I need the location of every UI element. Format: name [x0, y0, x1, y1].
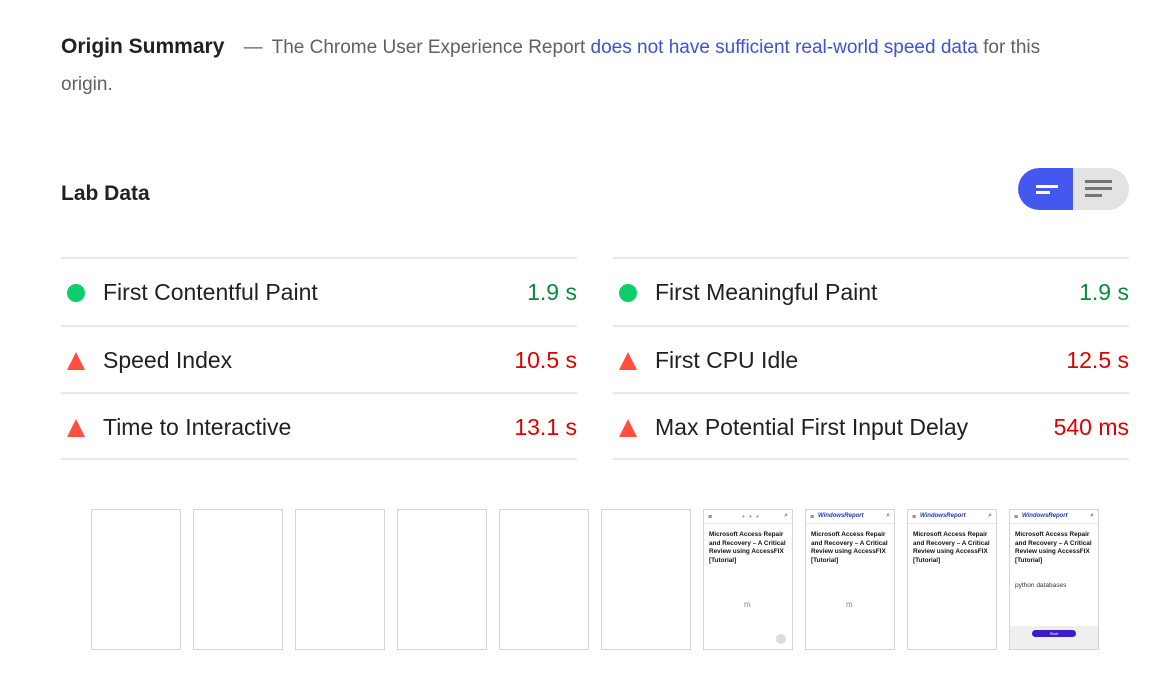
fail-triangle-icon: [619, 419, 637, 437]
pass-circle-icon: [67, 284, 85, 302]
filmstrip-frame: [193, 509, 283, 650]
metric-label: First Contentful Paint: [103, 279, 318, 305]
site-logo: WindowsReport: [818, 513, 864, 519]
metric-value: 13.1 s: [514, 414, 577, 440]
metric-first-contentful-paint: First Contentful Paint 1.9 s: [61, 257, 577, 325]
metric-label: First Meaningful Paint: [655, 279, 878, 305]
metric-label: Time to Interactive: [103, 414, 292, 440]
site-logo: WindowsReport: [920, 513, 966, 519]
frame-article-title: Microsoft Access Repair and Recovery – A…: [811, 531, 888, 564]
frame-footer: Start: [1010, 626, 1098, 649]
summary-view-button[interactable]: [1018, 168, 1073, 210]
menu-icon: ≡: [810, 514, 815, 521]
metric-value: 540 ms: [1053, 414, 1129, 440]
filmstrip-frame: ≡ WindowsReport ⌕ Microsoft Access Repai…: [1009, 509, 1099, 650]
origin-summary: Origin Summary — The Chrome User Experie…: [61, 28, 1061, 103]
frame-article-title: Microsoft Access Repair and Recovery – A…: [913, 531, 990, 564]
search-icon: ⌕: [784, 512, 788, 519]
metric-value: 1.9 s: [1079, 279, 1129, 305]
bars-icon: [1036, 185, 1058, 194]
lab-data-title: Lab Data: [61, 182, 150, 205]
search-icon: ⌕: [886, 512, 890, 519]
spinner-icon: m: [846, 600, 853, 609]
menu-icon: ≡: [1014, 514, 1019, 521]
metric-label: Max Potential First Input Delay: [655, 414, 969, 440]
frame-cta: Start: [1032, 630, 1076, 637]
metric-value: 10.5 s: [514, 346, 577, 373]
metric-time-to-interactive: Time to Interactive 13.1 s: [61, 392, 577, 460]
loading-dots: • • •: [742, 512, 760, 521]
list-view-button[interactable]: [1073, 168, 1128, 210]
frame-subheading: python databases: [1015, 582, 1067, 589]
frame-header: ≡ WindowsReport ⌕: [1010, 510, 1098, 524]
filmstrip-frame: [295, 509, 385, 650]
fail-triangle-icon: [619, 351, 637, 370]
list-icon: [1085, 180, 1112, 197]
search-icon: ⌕: [1090, 512, 1094, 519]
filmstrip-frame: ≡ • • • ⌕ Microsoft Access Repair and Re…: [703, 509, 793, 650]
pass-circle-icon: [619, 284, 637, 302]
filmstrip-frame: [499, 509, 589, 650]
search-icon: ⌕: [988, 512, 992, 519]
origin-summary-title: Origin Summary: [61, 35, 225, 58]
frame-article-title: Microsoft Access Repair and Recovery – A…: [709, 531, 786, 564]
filmstrip-frame: [397, 509, 487, 650]
filmstrip-frame: [601, 509, 691, 650]
frame-header: ≡ WindowsReport ⌕: [806, 510, 894, 524]
frame-header: ≡ WindowsReport ⌕: [908, 510, 996, 524]
frame-header: ≡ • • • ⌕: [704, 510, 792, 524]
fab-icon: [776, 634, 786, 644]
filmstrip: ≡ • • • ⌕ Microsoft Access Repair and Re…: [91, 509, 1099, 650]
frame-article-title: Microsoft Access Repair and Recovery – A…: [1015, 531, 1092, 564]
metric-speed-index: Speed Index 10.5 s: [61, 324, 577, 393]
metrics-column-right: First Meaningful Paint 1.9 s First CPU I…: [613, 257, 1129, 460]
metric-value: 1.9 s: [527, 279, 577, 305]
spinner-icon: m: [744, 600, 751, 609]
origin-summary-dash: —: [243, 37, 263, 58]
metric-label: First CPU Idle: [655, 346, 799, 373]
fail-triangle-icon: [67, 419, 85, 437]
metrics-column-left: First Contentful Paint 1.9 s Speed Index…: [61, 257, 577, 460]
metric-max-potential-fid: Max Potential First Input Delay 540 ms: [613, 392, 1129, 460]
metric-first-meaningful-paint: First Meaningful Paint 1.9 s: [613, 257, 1129, 325]
filmstrip-frame: ≡ WindowsReport ⌕ Microsoft Access Repai…: [805, 509, 895, 650]
view-toggle: [1018, 168, 1129, 210]
filmstrip-frame: [91, 509, 181, 650]
fail-triangle-icon: [67, 351, 85, 370]
menu-icon: ≡: [708, 514, 713, 521]
metric-label: Speed Index: [103, 346, 233, 373]
menu-icon: ≡: [912, 514, 917, 521]
metric-first-cpu-idle: First CPU Idle 12.5 s: [613, 324, 1129, 393]
metric-value: 12.5 s: [1066, 346, 1129, 373]
filmstrip-frame: ≡ WindowsReport ⌕ Microsoft Access Repai…: [907, 509, 997, 650]
crux-link[interactable]: does not have sufficient real-world spee…: [591, 37, 978, 58]
site-logo: WindowsReport: [1022, 513, 1068, 519]
origin-summary-text: The Chrome User Experience Report: [271, 37, 586, 58]
